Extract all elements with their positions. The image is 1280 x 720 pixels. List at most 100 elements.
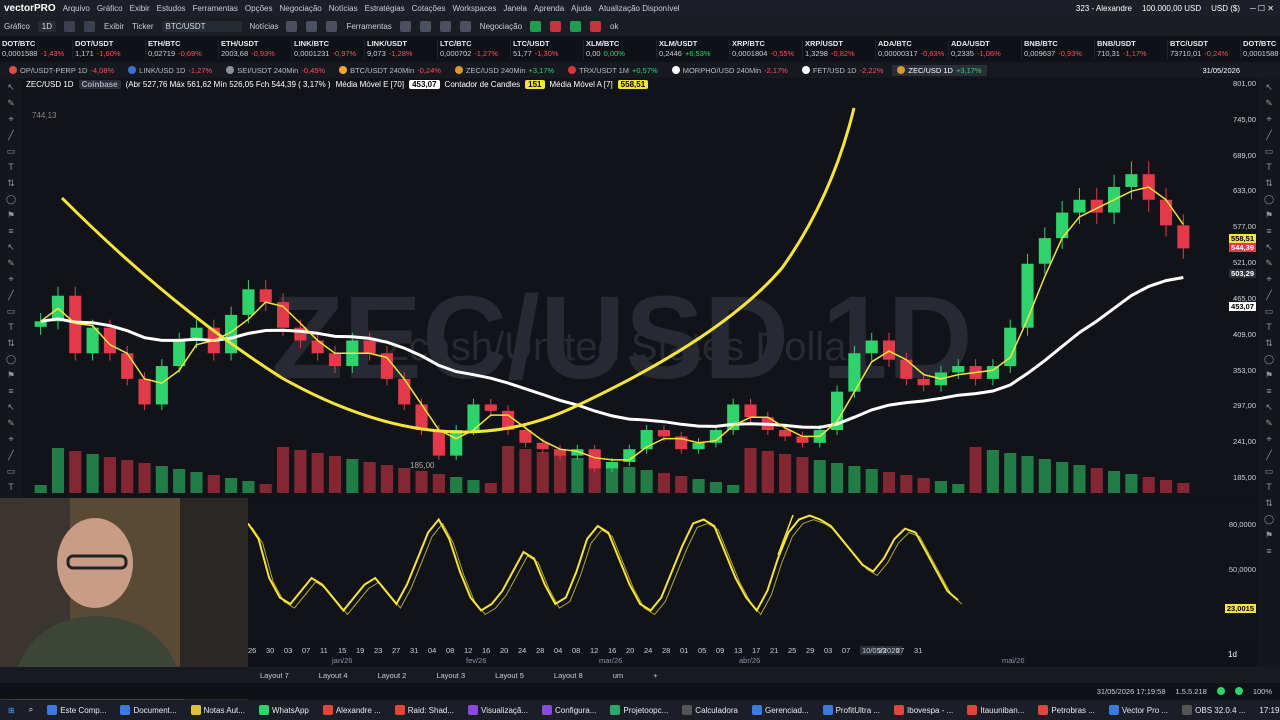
menu-opcoes[interactable]: Opções — [245, 4, 273, 13]
quote-item[interactable]: XRP/USDT 1,3298 -0,82% — [803, 38, 876, 59]
tool-icon[interactable]: ⌖ — [4, 274, 18, 286]
taskbar-app[interactable]: Gerenciad... — [752, 705, 809, 715]
menu-cotacoes[interactable]: Cotações — [412, 4, 446, 13]
taskbar-app[interactable]: Notas Aut... — [190, 705, 245, 715]
noticias-button[interactable]: Notícias — [250, 22, 279, 31]
tool-icon[interactable]: ╱ — [4, 290, 18, 302]
tool-icon[interactable]: ⇅ — [1262, 178, 1276, 190]
tool-icon[interactable]: ⌖ — [1262, 114, 1276, 126]
layout-tab[interactable]: Layout 5 — [495, 671, 524, 680]
tool-icon[interactable]: ⚑ — [1262, 210, 1276, 222]
search-icon[interactable]: ⌕ — [29, 705, 33, 715]
quote-item[interactable]: BNB/USDT 710,31 -1,17% — [1095, 38, 1168, 59]
tool-icon[interactable]: T — [1262, 482, 1276, 494]
quote-item[interactable]: DOT/USDT 1,171 -1,60% — [73, 38, 146, 59]
tool-icon[interactable]: ⚑ — [4, 210, 18, 222]
chart-tab[interactable]: MORPHO/USD 240Min -2,17% — [667, 65, 793, 76]
taskbar-app[interactable]: Configura... — [542, 705, 596, 715]
quote-item[interactable]: ETH/BTC 0,02719 -0,69% — [146, 38, 219, 59]
status-zoom[interactable]: 100% — [1253, 687, 1272, 696]
taskbar-app[interactable]: WhatsApp — [258, 705, 309, 715]
tool-icon[interactable]: ▭ — [1262, 306, 1276, 318]
menu-negociacao[interactable]: Negociação — [279, 4, 321, 13]
tool-icon[interactable]: ↖ — [1262, 242, 1276, 254]
menu-workspaces[interactable]: Workspaces — [452, 4, 496, 13]
tool-icon[interactable]: ╱ — [4, 130, 18, 142]
taskbar-clock[interactable]: 17:19 — [1259, 706, 1280, 715]
tool-icon[interactable]: ╱ — [1262, 130, 1276, 142]
tool-icon[interactable]: ↖ — [1262, 82, 1276, 94]
tool-icon[interactable]: ▭ — [4, 466, 18, 478]
tool-icon[interactable]: ╱ — [4, 450, 18, 462]
taskbar-app[interactable]: Projetoopc... — [610, 705, 668, 715]
taskbar-app[interactable]: Ibovespa - ... — [894, 705, 953, 715]
tool-icon[interactable]: ╱ — [1262, 450, 1276, 462]
quote-item[interactable]: LINK/BTC 0,0001231 -0,97% — [292, 38, 365, 59]
quote-item[interactable]: DOT/BTC0,0001588-1,43% — [1241, 39, 1280, 59]
quote-item[interactable]: XLM/USDT 0,2446 +6,53% — [657, 38, 730, 59]
tool-icon[interactable]: ⌖ — [1262, 274, 1276, 286]
start-icon[interactable]: ⊞ — [8, 706, 15, 715]
tool-icon[interactable]: ◯ — [1262, 354, 1276, 366]
interval-button[interactable]: 1D — [37, 21, 57, 32]
chart-tab[interactable]: OP/USDT-PERP 1D -4,08% — [4, 65, 119, 76]
taskbar-app[interactable]: Raid: Shad... — [394, 705, 454, 715]
interval-selector[interactable]: 1d — [1228, 650, 1237, 659]
quote-item[interactable]: BNB/BTC 0,009637 -0,93% — [1022, 38, 1095, 59]
tool-icon[interactable]: ✎ — [1262, 418, 1276, 430]
quote-item[interactable]: XLM/BTC 0,00 0,00% — [584, 38, 657, 59]
tool-icon[interactable]: T — [1262, 322, 1276, 334]
tool-icon[interactable]: T — [4, 162, 18, 174]
exibir-button[interactable]: Exibir — [104, 22, 124, 31]
account-label[interactable]: 323 - Alexandre — [1076, 4, 1132, 13]
tool-icon[interactable]: ↖ — [4, 242, 18, 254]
tool-icon[interactable]: ✎ — [4, 258, 18, 270]
menu-estrategias[interactable]: Estratégias — [365, 4, 405, 13]
tool-icon[interactable]: ✎ — [4, 418, 18, 430]
layout-icon[interactable] — [326, 21, 338, 32]
ticker-input[interactable]: BTC/USDT — [161, 21, 242, 32]
grid-icon[interactable] — [306, 21, 318, 32]
menu-exibir[interactable]: Exibir — [130, 4, 150, 13]
menu-arquivo[interactable]: Arquivo — [63, 4, 90, 13]
tool-icon[interactable]: ⇅ — [4, 178, 18, 190]
tool-icon[interactable]: ✎ — [1262, 98, 1276, 110]
drawing-icon[interactable] — [84, 21, 96, 32]
tool-icon[interactable]: ⚑ — [1262, 370, 1276, 382]
tool-icon[interactable]: ↖ — [1262, 402, 1276, 414]
tool-icon[interactable]: ⇅ — [4, 338, 18, 350]
currency-select[interactable]: USD ($) — [1211, 4, 1240, 13]
tool-icon[interactable]: ⌖ — [1262, 434, 1276, 446]
tool-icon[interactable]: ≡ — [4, 226, 18, 238]
chart-tab[interactable]: ZEC/USD 240Min +3,17% — [450, 65, 559, 76]
taskbar-app[interactable]: Petrobras ... — [1038, 705, 1095, 715]
tool-icon-2[interactable] — [419, 21, 431, 32]
tool-icon[interactable]: ↖ — [4, 82, 18, 94]
tool-icon[interactable]: ⚑ — [4, 370, 18, 382]
tool-icon[interactable]: T — [4, 482, 18, 494]
menu-grafico[interactable]: Gráfico — [97, 4, 123, 13]
tool-icon[interactable]: ◯ — [4, 354, 18, 366]
tool-icon[interactable]: ≡ — [1262, 386, 1276, 398]
quote-item[interactable]: LINK/USDT 9,073 -1,28% — [365, 38, 438, 59]
quote-item[interactable]: ETH/USDT 2003,68 -0,93% — [219, 38, 292, 59]
menu-aprenda[interactable]: Aprenda — [534, 4, 564, 13]
chart-tab[interactable]: FET/USD 1D -2,22% — [797, 65, 889, 76]
tool-icon[interactable]: ⇅ — [1262, 338, 1276, 350]
tool-icon-4[interactable] — [459, 21, 471, 32]
main-price-chart[interactable]: ZEC/USD 1D Coinbase (Abr 527,76 Máx 561,… — [22, 78, 1258, 498]
menu-noticias[interactable]: Notícias — [329, 4, 358, 13]
tool-icon[interactable]: ≡ — [4, 386, 18, 398]
tool-icon[interactable]: ⌖ — [4, 114, 18, 126]
news-icon[interactable] — [286, 21, 298, 32]
tool-icon[interactable]: ◯ — [1262, 514, 1276, 526]
taskbar-app[interactable]: Alexandre ... — [322, 705, 381, 715]
tool-icon[interactable]: ≡ — [1262, 546, 1276, 558]
tool-icon[interactable]: ▭ — [1262, 146, 1276, 158]
tool-icon[interactable]: T — [1262, 162, 1276, 174]
oscillator-panel[interactable] — [247, 500, 1258, 640]
sell-icon[interactable] — [550, 21, 562, 32]
taskbar-app[interactable]: Este Comp... — [47, 705, 106, 715]
taskbar-app[interactable]: Document... — [120, 705, 177, 715]
tool-icon[interactable]: ⚑ — [1262, 530, 1276, 542]
